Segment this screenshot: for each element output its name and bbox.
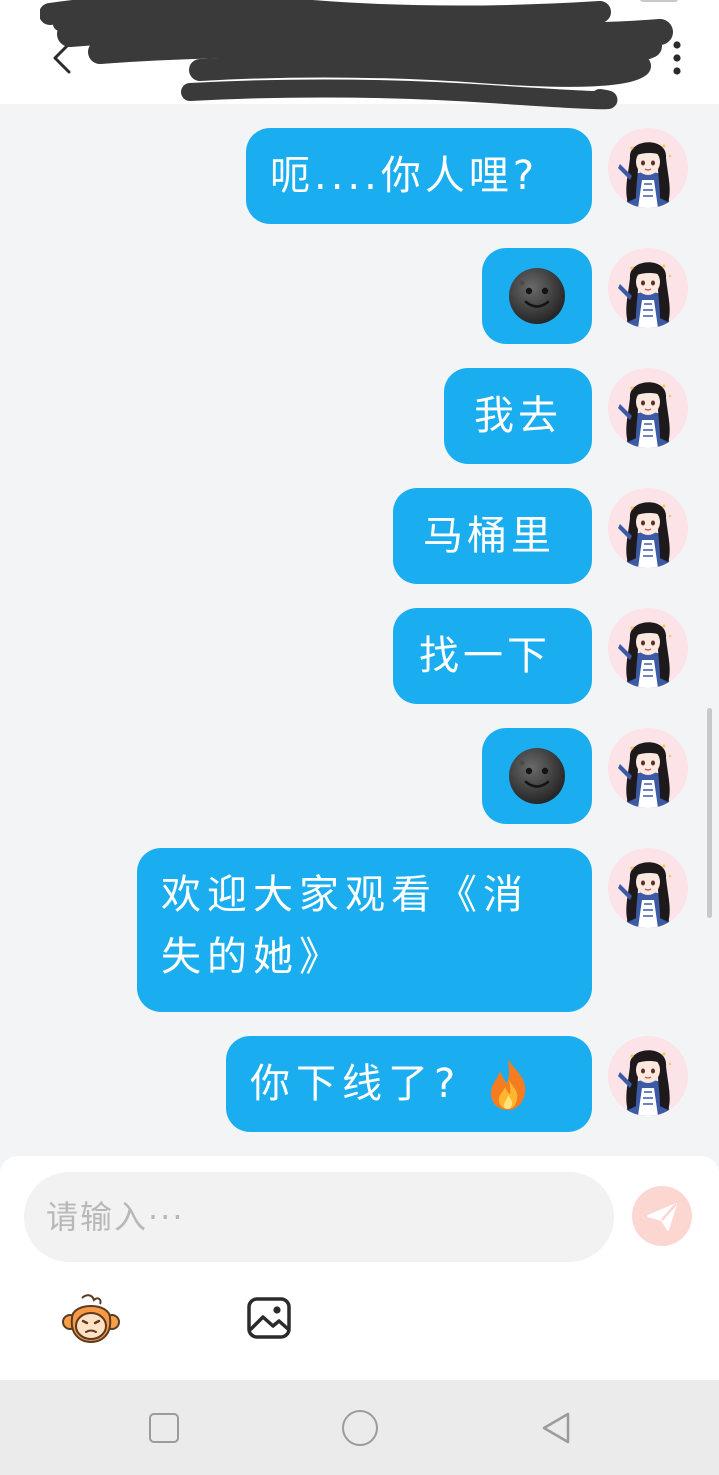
redacted-title-scribble: [40, 0, 673, 110]
message-list[interactable]: 呃....你人哩? 我去 马桶里 找一下 欢迎大家观看《消失的她》 你下线了?: [0, 104, 719, 1156]
message-text: 欢迎大家观看《消失的她》: [161, 872, 529, 980]
new-moon-face-icon: [508, 747, 566, 805]
scrollbar[interactable]: [707, 708, 712, 918]
user-avatar[interactable]: [608, 368, 688, 448]
message-bubble[interactable]: 你下线了?: [226, 1036, 592, 1132]
message-text: 找一下: [419, 633, 551, 679]
triangle-back-icon[interactable]: [538, 1410, 574, 1446]
message-text: 你下线了?: [250, 1061, 462, 1107]
message-text: 呃....你人哩?: [270, 153, 539, 199]
message-text: 马桶里: [423, 513, 555, 559]
message-bubble[interactable]: [482, 728, 592, 824]
new-moon-face-icon: [508, 267, 566, 325]
user-avatar[interactable]: [608, 248, 688, 328]
image-gallery-icon: [247, 1297, 291, 1339]
fire-icon: [485, 1057, 531, 1111]
message-bubble[interactable]: [482, 248, 592, 344]
system-navigation-bar: [0, 1380, 719, 1475]
chat-header: [0, 0, 719, 110]
message-bubble[interactable]: 找一下: [393, 608, 592, 704]
circle-icon[interactable]: [342, 1410, 378, 1446]
user-avatar[interactable]: [608, 848, 688, 928]
monkey-sticker-icon: [62, 1294, 120, 1344]
message-bubble[interactable]: 呃....你人哩?: [246, 128, 592, 224]
user-avatar[interactable]: [608, 728, 688, 808]
more-vertical-icon: [673, 41, 681, 75]
message-bubble[interactable]: 我去: [444, 368, 592, 464]
paper-plane-icon: [647, 1203, 677, 1231]
user-avatar[interactable]: [608, 488, 688, 568]
message-composer: [0, 1156, 719, 1380]
send-button[interactable]: [632, 1186, 692, 1246]
user-avatar[interactable]: [608, 608, 688, 688]
message-bubble[interactable]: 马桶里: [393, 488, 592, 584]
message-input[interactable]: [24, 1172, 614, 1262]
square-icon[interactable]: [149, 1413, 179, 1443]
message-text: 我去: [474, 393, 562, 439]
image-gallery-button[interactable]: [246, 1296, 292, 1340]
user-avatar[interactable]: [608, 1036, 688, 1116]
sticker-button[interactable]: [62, 1294, 120, 1346]
more-menu-button[interactable]: [660, 36, 694, 80]
message-bubble[interactable]: 欢迎大家观看《消失的她》: [137, 848, 592, 1012]
user-avatar[interactable]: [608, 128, 688, 208]
